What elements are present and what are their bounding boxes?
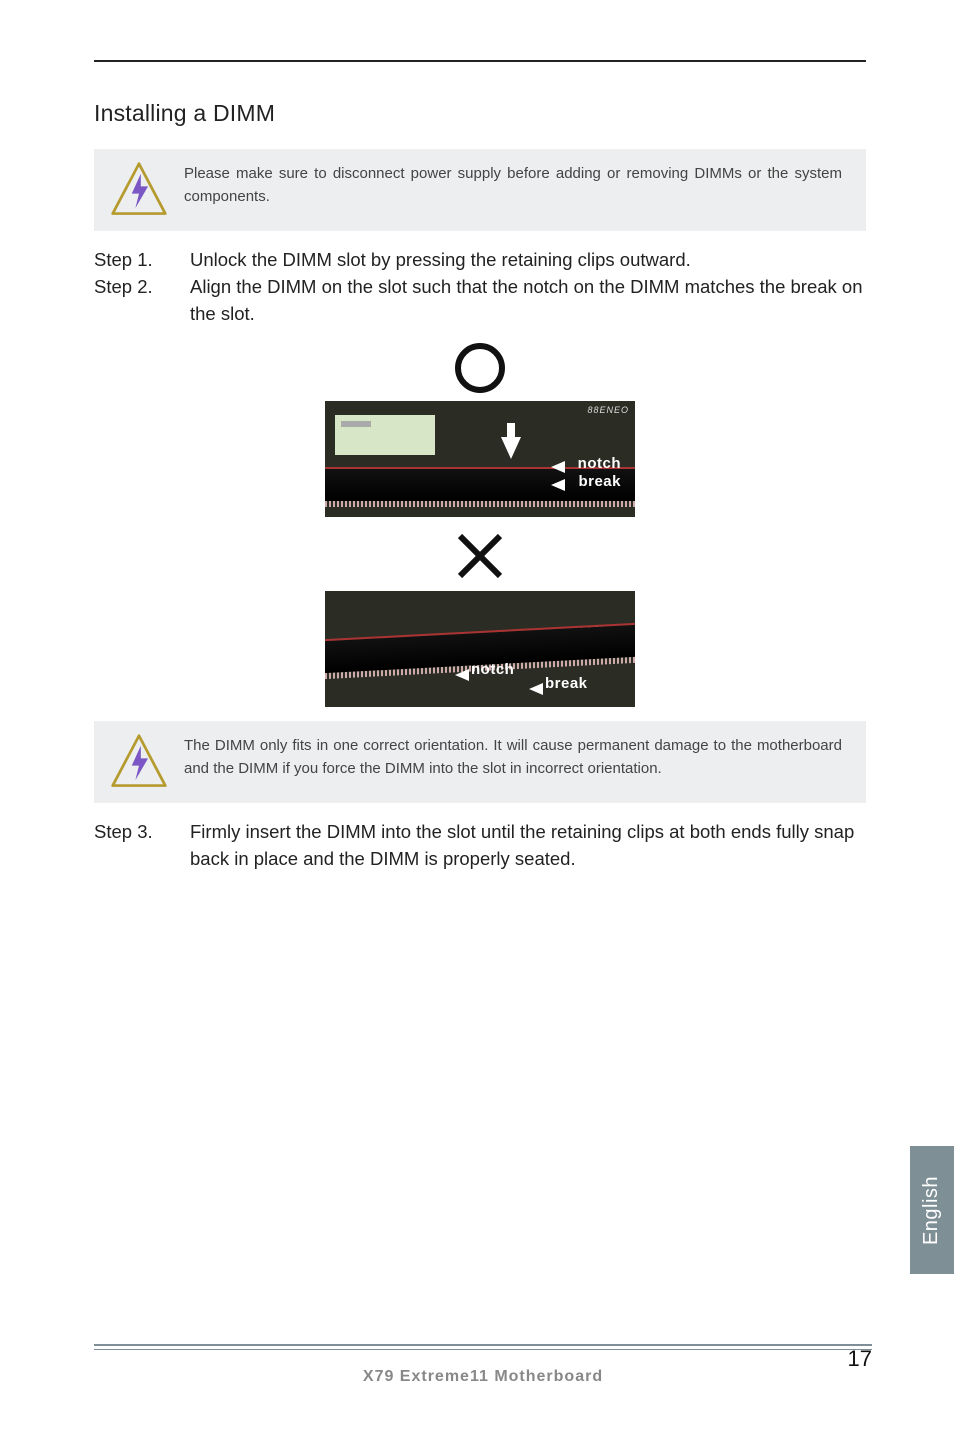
step-body: Firmly insert the DIMM into the slot unt… xyxy=(190,819,866,873)
step-1: Step 1. Unlock the DIMM slot by pressing… xyxy=(94,247,866,274)
page-number: 17 xyxy=(822,1346,872,1372)
label-break: break xyxy=(578,473,621,490)
page-footer: X79 Extreme11 Motherboard 17 xyxy=(94,1344,872,1386)
step-label: Step 3. xyxy=(94,819,190,873)
lightning-warning-icon xyxy=(94,161,184,219)
label-notch: notch xyxy=(471,661,514,678)
figure-photo-incorrect: 88ENEON notch break xyxy=(325,591,635,707)
label-notch: notch xyxy=(578,455,621,472)
correct-circle-icon xyxy=(452,339,508,397)
callout-warning-orientation: The DIMM only fits in one correct orient… xyxy=(94,721,866,803)
step-body: Align the DIMM on the slot such that the… xyxy=(190,274,866,328)
section-heading: Installing a DIMM xyxy=(94,100,866,127)
label-break: break xyxy=(545,675,588,692)
step-3: Step 3. Firmly insert the DIMM into the … xyxy=(94,819,866,873)
callout-text: Please make sure to disconnect power sup… xyxy=(184,161,842,208)
dimm-orientation-figure: 88ENEO notch break 88ENEON notch break xyxy=(94,339,866,707)
step-2: Step 2. Align the DIMM on the slot such … xyxy=(94,274,866,328)
callout-text: The DIMM only fits in one correct orient… xyxy=(184,733,842,780)
language-tab-label: English xyxy=(921,1175,944,1244)
step-label: Step 1. xyxy=(94,247,190,274)
footer-title: X79 Extreme11 Motherboard xyxy=(144,1368,822,1386)
step-body: Unlock the DIMM slot by pressing the ret… xyxy=(190,247,866,274)
callout-warning-power: Please make sure to disconnect power sup… xyxy=(94,149,866,231)
figure-photo-correct: 88ENEO notch break xyxy=(325,401,635,517)
lightning-warning-icon xyxy=(94,733,184,791)
incorrect-cross-icon xyxy=(452,527,508,585)
language-tab: English xyxy=(910,1146,954,1274)
step-label: Step 2. xyxy=(94,274,190,328)
